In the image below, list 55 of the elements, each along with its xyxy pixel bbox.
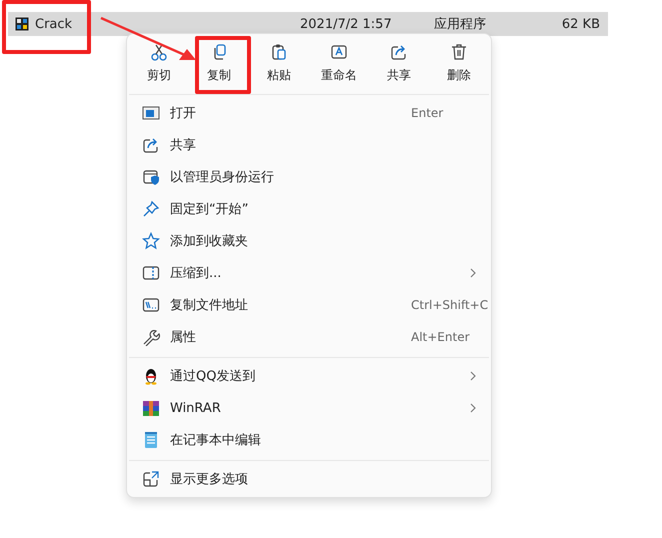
menu-item-label: WinRAR (170, 400, 221, 416)
file-row[interactable]: Crack 2021/7/2 1:57 应用程序 62 KB (8, 12, 608, 36)
shield-window-icon (142, 168, 160, 186)
menu-item[interactable]: 显示更多选项 (129, 463, 489, 495)
notepad-icon (142, 431, 160, 449)
scissors-icon (150, 43, 168, 61)
wrench-icon (142, 328, 160, 346)
books-icon (142, 399, 160, 417)
shortcut-text: Ctrl+Shift+C (411, 298, 488, 312)
toolbar-button[interactable]: 剪切 (129, 40, 189, 88)
file-name: Crack (35, 16, 74, 32)
menu-item[interactable]: 压缩到... (129, 257, 489, 289)
menu-item[interactable]: 共享 (129, 129, 489, 161)
menu-item[interactable]: 打开 Enter (129, 97, 489, 129)
pin-icon (142, 200, 160, 218)
share-icon (390, 43, 408, 61)
toolbar-button[interactable]: 粘贴 (249, 40, 309, 88)
menu-item-label: 压缩到... (170, 265, 222, 282)
toolbar-button[interactable]: 删除 (429, 40, 489, 88)
shortcut-text: Alt+Enter (411, 330, 470, 344)
share-icon (142, 136, 160, 154)
file-size: 62 KB (562, 16, 600, 32)
highlight-overlay (195, 36, 251, 94)
menu-item[interactable]: 属性 Alt+Enter (129, 321, 489, 353)
path-icon (142, 296, 160, 314)
zip-folder-icon (142, 264, 160, 282)
menu-item-label: 属性 (170, 329, 196, 346)
menu-item[interactable]: 固定到“开始” (129, 193, 489, 225)
menu-item[interactable]: 添加到收藏夹 (129, 225, 489, 257)
menu-item[interactable]: WinRAR (129, 392, 489, 424)
menu-item-label: 固定到“开始” (170, 201, 248, 218)
file-date: 2021/7/2 1:57 (300, 16, 393, 32)
trash-icon (450, 43, 468, 61)
paste-icon (270, 43, 288, 61)
menu-item-label: 复制文件地址 (170, 297, 248, 314)
menu-item-label: 通过QQ发送到 (170, 368, 256, 385)
menu-item-label: 共享 (170, 137, 196, 154)
rename-icon (330, 43, 348, 61)
expand-icon (142, 470, 160, 488)
toolbar-button[interactable]: 重命名 (309, 40, 369, 88)
menu-item-label: 显示更多选项 (170, 471, 248, 488)
star-icon (142, 232, 160, 250)
menu-item-label: 在记事本中编辑 (170, 432, 261, 449)
menu-item[interactable]: 通过QQ发送到 (129, 360, 489, 392)
menu-item-label: 添加到收藏夹 (170, 233, 248, 250)
menu-item-label: 打开 (170, 105, 196, 122)
window-icon (142, 104, 160, 122)
menu-item[interactable]: 以管理员身份运行 (129, 161, 489, 193)
menu-item-label: 以管理员身份运行 (170, 169, 274, 186)
menu-item[interactable]: 在记事本中编辑 (129, 424, 489, 456)
app-icon (15, 17, 29, 31)
menu-item[interactable]: 复制文件地址 Ctrl+Shift+C (129, 289, 489, 321)
file-type: 应用程序 (434, 16, 487, 33)
toolbar-button[interactable]: 共享 (369, 40, 429, 88)
shortcut-text: Enter (411, 106, 444, 120)
